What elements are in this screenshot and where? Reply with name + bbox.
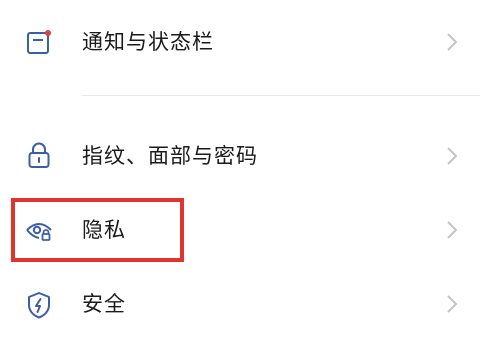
highlight-box (11, 198, 184, 262)
chevron-right-icon (444, 219, 460, 241)
settings-item-fingerprint-face-password[interactable]: 指纹、面部与密码 (0, 124, 480, 188)
chevron-right-icon (444, 145, 460, 167)
chevron-right-icon (444, 31, 460, 53)
settings-item-label: 指纹、面部与密码 (82, 144, 258, 168)
chevron-right-icon (444, 293, 460, 315)
settings-item-label: 通知与状态栏 (82, 30, 214, 54)
lock-icon (24, 140, 54, 170)
notification-bar-icon (24, 27, 54, 57)
security-shield-icon (24, 290, 54, 320)
settings-item-security[interactable]: 安全 (0, 272, 480, 336)
settings-item-notifications[interactable]: 通知与状态栏 (0, 10, 480, 74)
divider (82, 95, 480, 96)
settings-item-label: 安全 (82, 292, 126, 316)
